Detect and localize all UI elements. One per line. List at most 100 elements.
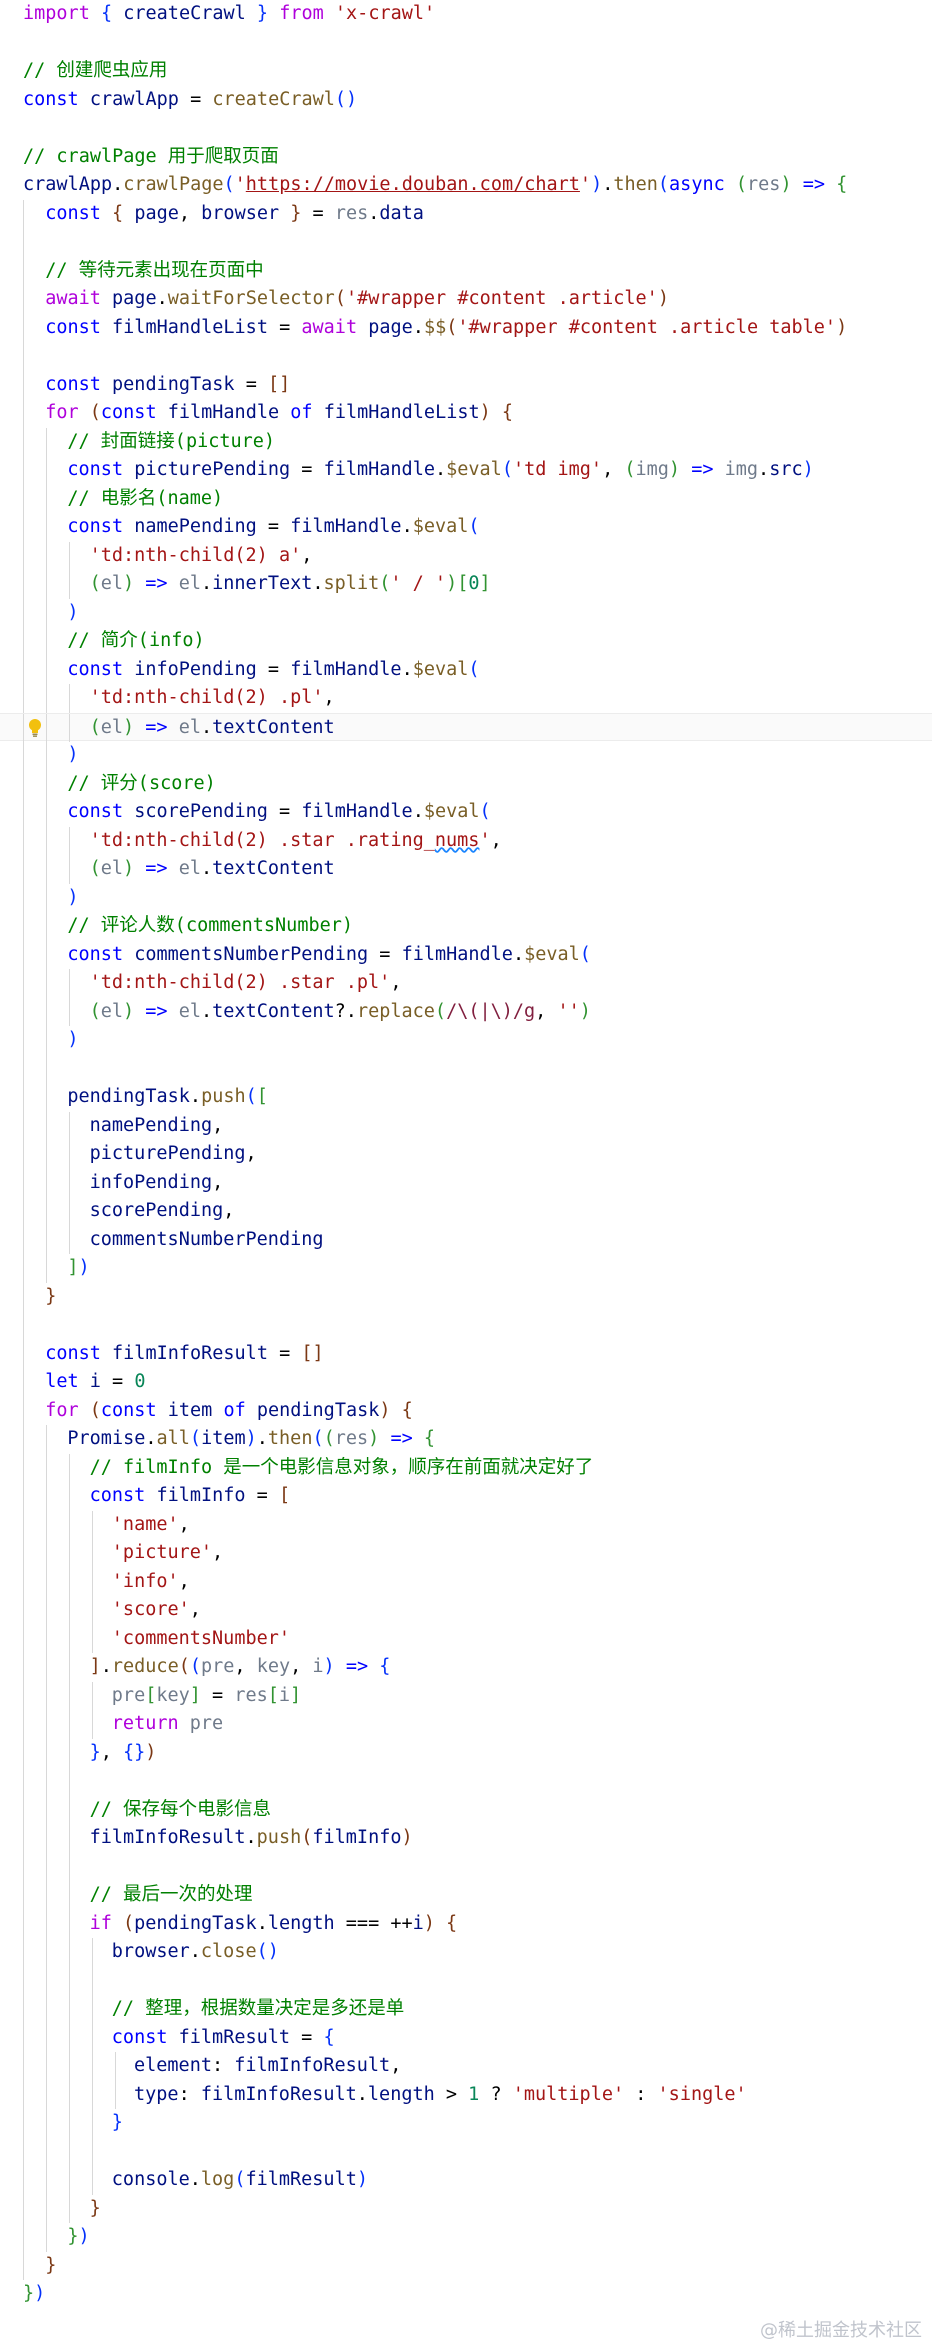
code-line[interactable]: ) [0,598,932,627]
code-line[interactable]: 'name', [0,1510,932,1539]
code-line[interactable] [0,29,932,58]
code-line[interactable]: 'td:nth-child(2) a', [0,541,932,571]
code-line[interactable]: browser.close() [0,1938,932,1967]
code-token: pendingTask [67,1086,190,1107]
code-line[interactable]: commentsNumberPending [0,1225,932,1254]
code-line[interactable]: // 等待元素出现在页面中 [0,256,932,285]
code-line[interactable]: const filmResult = { [0,2023,932,2052]
lightbulb-icon[interactable] [27,718,43,738]
code-line[interactable]: ) [0,741,932,770]
code-line[interactable]: const picturePending = filmHandle.$eval(… [0,456,932,485]
code-line[interactable]: ]) [0,1254,932,1283]
code-line[interactable]: const { page, browser } = res.data [0,199,932,228]
code-line[interactable]: filmInfoResult.push(filmInfo) [0,1824,932,1853]
code-line[interactable]: (el) => el.textContent [0,855,932,884]
code-line[interactable]: (el) => el.textContent [0,712,932,742]
code-line[interactable] [0,228,932,257]
code-line[interactable]: }, {}) [0,1738,932,1767]
code-editor[interactable]: import { createCrawl } from 'x-crawl' // … [0,0,932,2346]
code-line[interactable] [0,1767,932,1796]
code-token: 'td:nth-child(2) .pl' [89,687,324,708]
code-text: const scorePending = filmHandle.$eval( [67,798,490,827]
indent-guide [23,1140,24,1169]
code-line[interactable] [0,2137,932,2166]
code-line[interactable]: let i = 0 [0,1368,932,1397]
code-line[interactable]: namePending, [0,1111,932,1140]
code-line[interactable] [0,114,932,143]
code-text: 'td:nth-child(2) a', [90,542,313,571]
code-line[interactable]: // 保存每个电影信息 [0,1795,932,1824]
code-line[interactable]: infoPending, [0,1168,932,1197]
code-line[interactable]: const crawlApp = createCrawl() [0,86,932,115]
code-line[interactable]: const pendingTask = [] [0,370,932,399]
code-token: [ [145,1684,157,1706]
code-line[interactable]: ) [0,1026,932,1055]
code-line[interactable]: const scorePending = filmHandle.$eval( [0,798,932,827]
code-line[interactable]: for (const item of pendingTask) { [0,1396,932,1425]
code-line[interactable]: const infoPending = filmHandle.$eval( [0,655,932,684]
code-line[interactable]: // 创建爬虫应用 [0,57,932,86]
code-token: , [223,1200,235,1221]
code-line[interactable]: ].reduce((pre, key, i) => { [0,1653,932,1682]
code-line[interactable] [0,1311,932,1340]
code-line[interactable]: // 整理，根据数量决定是多还是单 [0,1995,932,2024]
code-line[interactable]: 'info', [0,1567,932,1596]
code-line[interactable]: } [0,2251,932,2280]
code-line[interactable]: return pre [0,1710,932,1739]
code-line[interactable]: ) [0,883,932,912]
indent-guide [69,1539,70,1568]
code-token: } [45,1285,57,1307]
code-line[interactable]: }) [0,2280,932,2309]
code-line[interactable]: pendingTask.push([ [0,1083,932,1112]
code-line[interactable]: 'commentsNumber' [0,1624,932,1653]
code-line[interactable]: console.log(filmResult) [0,2166,932,2195]
code-line[interactable] [0,1966,932,1995]
code-line[interactable]: } [0,2109,932,2138]
code-line[interactable]: if (pendingTask.length === ++i) { [0,1909,932,1938]
code-line[interactable]: 'score', [0,1596,932,1625]
code-line[interactable]: for (const filmHandle of filmHandleList)… [0,399,932,428]
code-line[interactable]: 'td:nth-child(2) .star .pl', [0,969,932,998]
code-line[interactable]: // 简介(info) [0,627,932,656]
code-line[interactable]: (el) => el.innerText.split(' / ')[0] [0,570,932,599]
code-line[interactable]: // 电影名(name) [0,484,932,513]
code-line[interactable]: // 评分(score) [0,769,932,798]
code-line[interactable]: 'picture', [0,1539,932,1568]
code-line[interactable]: await page.waitForSelector('#wrapper #co… [0,285,932,314]
code-line[interactable]: import { createCrawl } from 'x-crawl' [0,0,932,29]
code-line[interactable] [0,1054,932,1083]
indent-guide [46,684,47,713]
code-line[interactable]: // 最后一次的处理 [0,1881,932,1910]
code-line[interactable]: const namePending = filmHandle.$eval( [0,513,932,542]
code-line[interactable]: 'td:nth-child(2) .star .rating_nums', [0,826,932,855]
code-line[interactable]: // filmInfo 是一个电影信息对象，顺序在前面就决定好了 [0,1453,932,1482]
code-line[interactable]: }) [0,2223,932,2252]
code-line[interactable]: } [0,1282,932,1311]
code-line[interactable]: picturePending, [0,1140,932,1169]
indent-guide [46,1567,47,1596]
code-line[interactable]: } [0,2194,932,2223]
code-line[interactable]: scorePending, [0,1197,932,1226]
indent-guide [46,598,47,627]
code-line[interactable]: // 封面链接(picture) [0,427,932,456]
code-line[interactable]: element: filmInfoResult, [0,2052,932,2081]
code-line[interactable]: const filmInfoResult = [] [0,1339,932,1368]
code-line[interactable]: type: filmInfoResult.length > 1 ? 'multi… [0,2080,932,2109]
code-line[interactable]: crawlApp.crawlPage('https://movie.douban… [0,171,932,200]
code-token: . [368,202,380,224]
code-line[interactable]: (el) => el.textContent?.replace(/\(|\)/g… [0,997,932,1026]
code-line[interactable]: // 评论人数(commentsNumber) [0,912,932,941]
code-line[interactable]: Promise.all(item).then((res) => { [0,1425,932,1454]
indent-guide [23,855,24,884]
code-line[interactable]: const commentsNumberPending = filmHandle… [0,940,932,969]
code-line[interactable]: const filmHandleList = await page.$$('#w… [0,313,932,342]
code-line[interactable]: // crawlPage 用于爬取页面 [0,143,932,172]
code-line[interactable]: pre[key] = res[i] [0,1681,932,1710]
code-line[interactable]: 'td:nth-child(2) .pl', [0,684,932,713]
code-line[interactable] [0,1852,932,1881]
code-line[interactable] [0,342,932,371]
code-line[interactable]: const filmInfo = [ [0,1482,932,1511]
